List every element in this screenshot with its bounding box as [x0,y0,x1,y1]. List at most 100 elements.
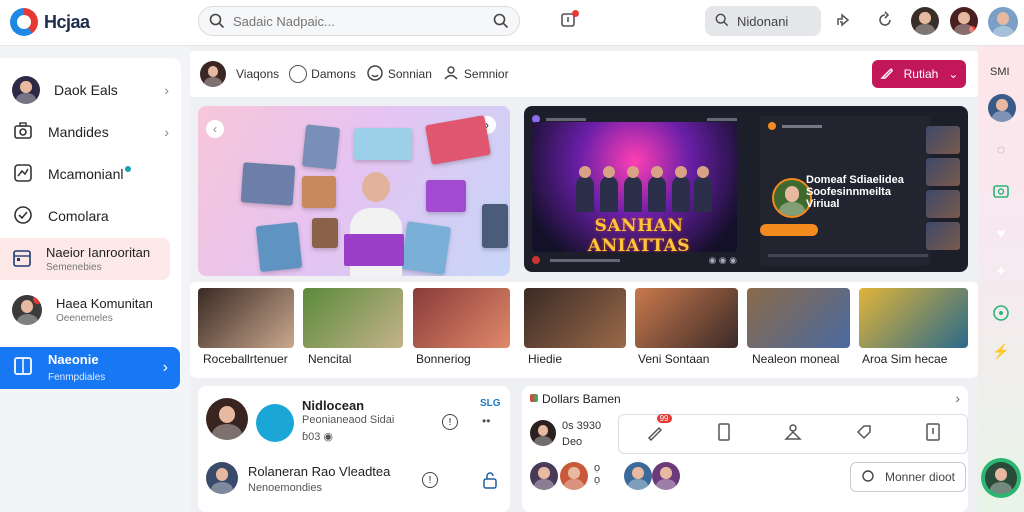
chart-icon [12,162,34,187]
community-avatar [12,295,42,325]
more-icon[interactable]: •• [482,414,490,428]
person-icon[interactable] [783,422,803,447]
logo-icon [10,8,38,36]
floating-photo [424,115,492,165]
photo-thumb[interactable] [635,288,738,348]
member-avatar[interactable] [624,462,652,490]
photo-thumb[interactable] [524,288,626,348]
member-avatar[interactable] [560,462,588,490]
suggestion-line1: Peonianeaod Sidai [302,414,395,426]
photo-thumb[interactable] [859,288,968,348]
activity-meta-sub: Deo [562,436,583,448]
camera-icon [12,120,34,145]
check-circle-icon [12,204,34,229]
floating-photo [482,204,508,248]
filter-item-0[interactable]: Viaqons [236,67,279,81]
prev-icon[interactable]: ‹ [206,120,224,138]
info-icon[interactable]: ! [442,414,458,430]
event-stage[interactable]: SANHAN ANIATTAS [532,122,737,256]
right-rail: SMI ◌ ♥ ✦ ⚡ [978,46,1024,512]
photo-thumb[interactable] [747,288,850,348]
secondary-search[interactable]: Nidonani [705,6,821,36]
notification-dot [572,10,579,17]
search-submit-icon[interactable] [493,13,509,29]
chat-icon[interactable] [990,302,1012,324]
member-avatar[interactable] [652,462,680,490]
share-button[interactable] [830,9,856,35]
info-icon[interactable]: ! [422,472,438,488]
smile-icon [366,64,384,85]
floating-action-button[interactable] [981,458,1021,498]
spinner-icon[interactable]: ◌ [990,138,1012,160]
filter-label: Semnior [463,67,509,81]
pen-icon[interactable]: 99 [645,413,672,447]
notifications-button[interactable] [555,9,581,35]
refresh-icon [876,11,894,33]
heart-icon[interactable]: ♥ [990,222,1012,244]
suggestion-title: Nidlocean [302,398,365,413]
search-bar[interactable] [198,6,520,36]
sidebar-active-sub: Fenmpdiales [48,371,106,383]
featured-card [344,234,404,266]
suggestion-line2: ɓ03 ◉ [302,431,334,443]
lock-icon[interactable] [482,470,498,495]
sidebar-item-2[interactable]: Mcamonianl [0,154,181,194]
member-avatar[interactable] [530,420,556,446]
search-icon [209,13,225,29]
user-avatar-1[interactable] [911,7,939,35]
sidebar-item-label: Daok Eals [54,82,118,98]
floating-photo [312,218,338,248]
filter-item-3[interactable]: Semnior [442,64,509,85]
sidebar-card: Daok Eals › Mandides › Mcamonianl Comola… [0,58,181,384]
sidebar-item-1[interactable]: Mandides › [0,112,181,152]
notification-dot [33,295,42,304]
online-dot [969,26,976,33]
sidebar-item-label: Naeior Ianrooritan [46,245,151,260]
chevron-down-icon: ⌄ [948,67,959,81]
suggestion-card: Nidlocean Peonianeaod Sidai ɓ03 ◉ ! SLG … [198,386,510,512]
secondary-action-button[interactable]: Monner dioot [850,462,966,492]
phone-icon[interactable] [716,422,732,447]
user-avatar-2[interactable] [950,7,978,35]
profile-avatar[interactable] [988,7,1018,37]
search-input[interactable] [225,13,493,29]
help-button[interactable] [872,9,898,35]
member-avatar[interactable] [530,462,558,490]
sidebar-item-active[interactable]: Naeonie Fenmpdiales › [0,347,180,389]
book-icon [12,355,34,382]
tag-icon[interactable] [854,422,874,447]
sidebar-avatar [12,76,40,104]
filter-item-2[interactable]: Sonnian [366,64,432,85]
join-button[interactable] [760,224,818,236]
photo-thumb[interactable] [413,288,510,348]
member-avatar[interactable] [206,398,248,440]
sidebar-item-0[interactable]: Daok Eals › [0,70,181,110]
photo-thumb[interactable] [198,288,294,348]
brand-logo[interactable]: Hcjaa [10,8,90,36]
photo-thumb[interactable] [303,288,403,348]
document-icon[interactable] [925,422,941,447]
sidebar-item-5[interactable]: Haea Komunitan Oeenemeles [0,288,181,332]
rail-avatar[interactable] [988,94,1016,122]
floating-photo [255,221,303,273]
activity-meta: 0s 3930 [562,420,602,432]
suggestion-row-sub: Nenoemondies [248,482,322,494]
primary-action-button[interactable]: Rutiah ⌄ [872,60,966,88]
pin-icon[interactable]: ✦ [990,260,1012,282]
featured-banner[interactable]: ‹ › [198,106,510,276]
filter-item-1[interactable]: Damons [289,65,356,83]
sidebar-item-4[interactable]: Naeior Ianrooritan Semenebies [0,238,170,280]
floating-photo [302,176,336,208]
floating-photo [354,128,412,160]
photo-caption: Nealeon moneal [752,352,840,366]
sidebar-item-3[interactable]: Comolara [0,196,181,236]
action-bar: 99 [618,413,968,454]
chevron-right-icon[interactable]: › [955,390,960,406]
left-sidebar: Daok Eals › Mandides › Mcamonianl Comola… [0,46,190,512]
live-stream-text: Domeaf Sdiaelidea Soofesinnmeilta Viriua… [806,174,904,210]
camera-icon[interactable] [990,180,1012,202]
bolt-icon[interactable]: ⚡ [990,340,1012,362]
live-event-panel[interactable]: SANHAN ANIATTAS ◉ ◉ ◉ Domeaf Sdiaelidea … [524,106,968,272]
notification-badge: 99 [656,413,672,423]
member-avatar[interactable] [206,462,238,494]
